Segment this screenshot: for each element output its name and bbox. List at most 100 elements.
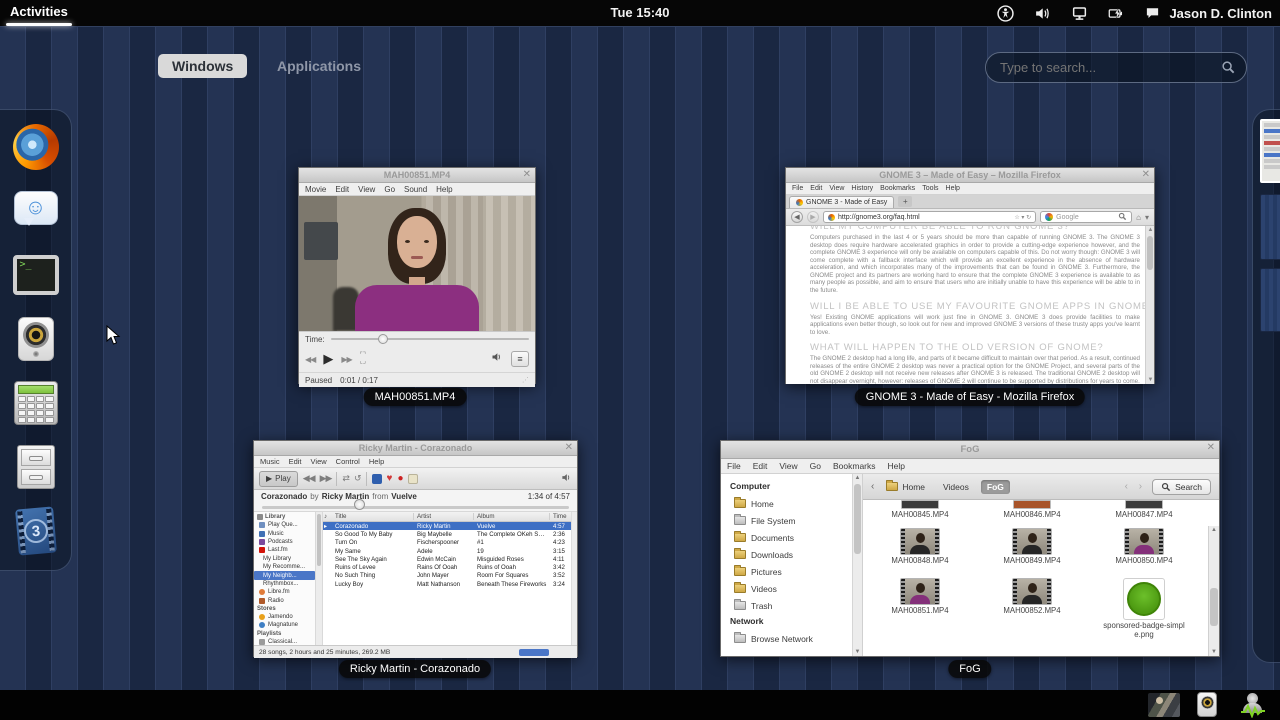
menu-control[interactable]: Control	[336, 457, 360, 466]
file-item[interactable]: MAH00846.MP4	[979, 500, 1085, 520]
home-icon[interactable]: ⌂	[1136, 213, 1141, 222]
song-position-slider[interactable]	[254, 499, 577, 512]
file-item[interactable]: sponsored-badge-simple.png	[1091, 577, 1197, 640]
videos-launcher[interactable]: 3	[12, 506, 60, 556]
speaker-tray-icon[interactable]	[1197, 692, 1217, 717]
menu-view[interactable]: View	[358, 185, 375, 194]
close-icon[interactable]: ✕	[1142, 168, 1150, 182]
seek-slider[interactable]	[330, 334, 529, 344]
search-box[interactable]	[985, 52, 1247, 83]
menu-movie[interactable]: Movie	[305, 185, 326, 194]
source-my-library[interactable]: My Library	[254, 555, 315, 563]
playlist-classical[interactable]: Classical...	[254, 638, 315, 645]
track-row[interactable]: See The Sky Again Edwin McCain Misguided R…	[323, 555, 571, 563]
terminal-launcher[interactable]: >_	[12, 251, 60, 299]
place-file-system[interactable]: File System	[730, 512, 852, 529]
voice-person-icon[interactable]	[1240, 692, 1266, 718]
track-row[interactable]: My Same Adele 19 3:15	[323, 547, 571, 555]
track-row[interactable]: Turn On Fischerspooner #1 4:23	[323, 539, 571, 547]
window-label-totem[interactable]: MAH00851.MP4	[363, 388, 467, 406]
source-my-neighbourhood[interactable]: My Neighb...	[254, 571, 315, 580]
tab-windows[interactable]: Windows	[158, 54, 248, 78]
menu-help[interactable]: Help	[436, 185, 452, 194]
bookmark-star-icon[interactable]: ☆ ▾ ↻	[1014, 214, 1031, 221]
place-home[interactable]: Home	[730, 495, 852, 512]
menu-help[interactable]: Help	[946, 185, 960, 192]
place-videos[interactable]: Videos	[730, 580, 852, 597]
menu-go[interactable]: Go	[384, 185, 395, 194]
menu-tools[interactable]: Tools	[922, 185, 938, 192]
menu-bookmarks[interactable]: Bookmarks	[880, 185, 915, 192]
search-input[interactable]	[1000, 60, 1221, 75]
track-row[interactable]: ▸ Corazonado Ricky Martin Vuelve 4:57	[323, 522, 571, 531]
previous-icon[interactable]: ◀◀	[305, 355, 316, 364]
fullscreen-icon[interactable]: ⌜⌝ ⌞⌟	[360, 352, 367, 365]
browser-tab[interactable]: GNOME 3 - Made of Easy	[789, 196, 895, 208]
web-search-field[interactable]: Google	[1040, 211, 1133, 223]
menu-file[interactable]: File	[792, 185, 803, 192]
menu-edit[interactable]: Edit	[810, 185, 822, 192]
clock[interactable]: Tue 15:40	[610, 5, 669, 20]
window-totem[interactable]: MAH00851.MP4 ✕ Movie Edit View Go Sound …	[298, 167, 536, 387]
place-pictures[interactable]: Pictures	[730, 563, 852, 580]
breadcrumb-videos[interactable]: Videos	[937, 480, 975, 494]
rhythmbox-launcher[interactable]	[12, 315, 60, 363]
resize-grip[interactable]: ⋰	[522, 376, 529, 384]
menu-view[interactable]: View	[829, 185, 844, 192]
source-rhythmbox-group[interactable]: Rhythmbox...	[254, 580, 315, 588]
back-icon[interactable]: ◀	[791, 211, 803, 223]
record-icon[interactable]: ●	[397, 473, 403, 484]
next-icon[interactable]: ▶▶	[320, 473, 333, 484]
source-radio[interactable]: Radio	[254, 597, 315, 605]
menu-bookmarks[interactable]: Bookmarks	[833, 461, 876, 471]
window-firefox[interactable]: GNOME 3 – Made of Easy – Mozilla Firefox…	[785, 167, 1155, 384]
search-button[interactable]: Search	[1152, 478, 1211, 495]
menu-sound[interactable]: Sound	[404, 185, 427, 194]
menu-go[interactable]: Go	[810, 461, 821, 471]
track-row[interactable]: Lucky Boy Matt Nathanson Beneath These Fir…	[323, 580, 571, 588]
menu-edit[interactable]: Edit	[289, 457, 302, 466]
playlist-toggle-icon[interactable]: ≡	[511, 351, 529, 367]
forward-icon[interactable]: ▶	[807, 211, 819, 223]
file-item[interactable]: MAH00848.MP4	[867, 527, 973, 566]
place-trash[interactable]: Trash	[730, 597, 852, 614]
workspace-1-active[interactable]	[1260, 119, 1280, 183]
shuffle-icon[interactable]: ⇄	[342, 473, 349, 484]
file-item[interactable]: MAH00852.MP4	[979, 577, 1085, 640]
store-jamendo[interactable]: Jamendo	[254, 613, 315, 621]
source-music[interactable]: Music	[254, 529, 315, 537]
track-list-header[interactable]: ♪ Title Artist Album Time	[323, 512, 571, 522]
store-magnatune[interactable]: Magnatune	[254, 621, 315, 629]
file-item[interactable]: MAH00851.MP4	[867, 577, 973, 640]
menu-view[interactable]: View	[779, 461, 797, 471]
history-arrows[interactable]: ‹ ›	[1125, 481, 1146, 492]
track-row[interactable]: Ruins of Levee Rains Of Ooah Ruins of Ooah…	[323, 563, 571, 571]
close-icon[interactable]: ✕	[565, 441, 573, 455]
menu-help[interactable]: Help	[369, 457, 384, 466]
battery-charging-icon[interactable]	[1108, 5, 1125, 22]
source-lastfm[interactable]: Last.fm	[254, 546, 315, 554]
sidebar-scrollbar[interactable]	[316, 512, 323, 645]
window-fog[interactable]: FoG ✕ File Edit View Go Bookmarks Help C…	[720, 440, 1220, 657]
volume-icon[interactable]	[491, 350, 503, 368]
breadcrumb-fog[interactable]: FoG	[980, 479, 1010, 494]
place-browse-network[interactable]: Browse Network	[730, 630, 852, 647]
menu-view[interactable]: View	[311, 457, 327, 466]
eject-icon[interactable]	[408, 473, 419, 484]
menu-music[interactable]: Music	[260, 457, 280, 466]
track-list-scrollbar[interactable]	[571, 512, 577, 645]
menu-help[interactable]: Help	[888, 461, 905, 471]
window-label-rhythmbox[interactable]: Ricky Martin - Corazonado	[338, 660, 492, 678]
photo-thumbnail-icon[interactable]	[1148, 693, 1180, 717]
workspace-2[interactable]	[1260, 194, 1280, 260]
file-manager-launcher[interactable]	[12, 443, 60, 491]
url-bar[interactable]: http://gnome3.org/faq.html ☆ ▾ ↻	[823, 211, 1037, 223]
new-tab-button[interactable]: +	[898, 196, 913, 207]
file-item[interactable]: MAH00849.MP4	[979, 527, 1085, 566]
activities-button[interactable]: Activities	[10, 4, 68, 19]
breadcrumb-home[interactable]: Home	[880, 480, 931, 494]
scrollbar[interactable]: ▲ ▼	[1145, 226, 1154, 384]
search-go-icon[interactable]	[1118, 212, 1127, 223]
back-chevron-icon[interactable]: ‹	[871, 481, 874, 492]
sidebar-scrollbar[interactable]: ▲ ▼	[853, 474, 863, 656]
